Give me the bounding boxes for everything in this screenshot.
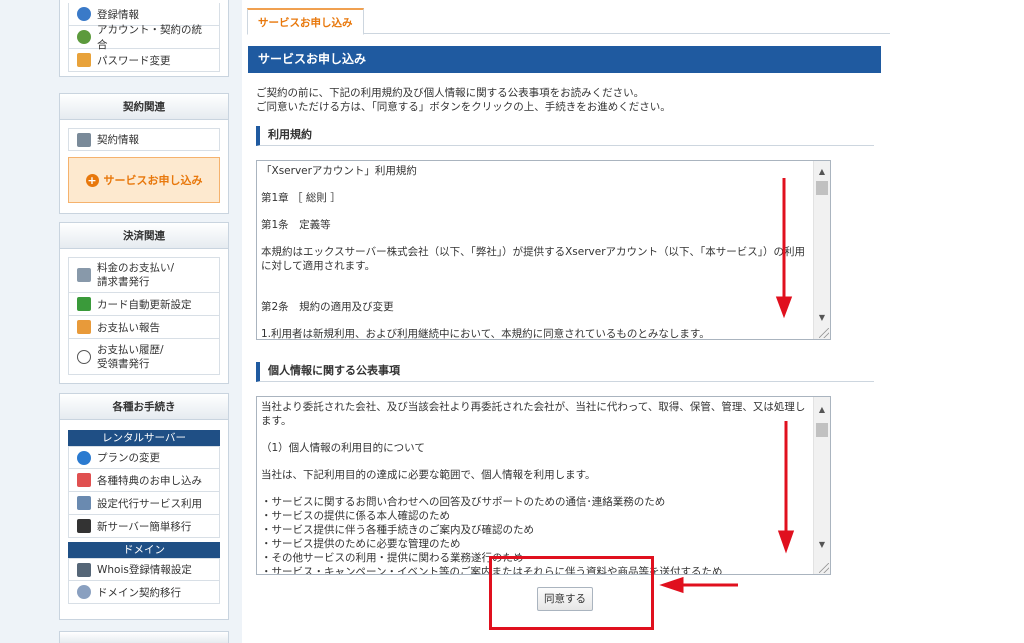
scroll-down-arrow-icon[interactable]: ▼ [814,309,830,325]
sidebar-heading: 契約関連 [60,94,228,120]
sidebar-item-card-renewal[interactable]: カード自動更新設定 [68,293,220,316]
change-icon [77,450,91,465]
sidebar-item-domain-transfer[interactable]: ドメイン契約移行 [68,581,220,604]
scroll-up-arrow-icon[interactable]: ▲ [814,401,830,417]
sidebar-next-box [59,631,229,643]
sidebar-item-label: 契約情報 [97,134,139,146]
whois-icon [77,562,91,577]
terms-heading: 利用規約 [256,126,874,146]
scroll-up-arrow-icon[interactable]: ▲ [814,163,830,179]
sidebar-item-account-merge[interactable]: アカウント・契約の統合 [68,24,220,51]
resize-handle-icon[interactable] [819,563,829,573]
gift-icon [77,473,91,487]
domain-icon [77,585,91,599]
annotation-highlight-box [489,556,654,630]
terms-line: 本規約はエックスサーバー株式会社（以下、「弊社」）が提供するXserverアカウ… [261,246,806,272]
sidebar-procedures-box: 各種お手続き レンタルサーバー プランの変更 各種特典のお申し込み 設定代行サー… [59,393,229,620]
privacy-line: （1）個人情報の利用目的について [261,442,425,454]
intro-line: ご契約の前に、下記の利用規約及び個人情報に関する公表事項をお読みください。 [256,87,645,99]
sidebar-item-password[interactable]: パスワード変更 [68,49,220,72]
sidebar-item-label: 各種特典のお申し込み [97,474,202,487]
privacy-scrollbar[interactable]: ▲ ▼ [813,397,830,574]
sidebar-heading: 決済関連 [60,223,228,249]
scroll-thumb[interactable] [816,181,828,195]
terms-line: 「Xserverアカウント」利用規約 [261,165,417,177]
sidebar-heading: 各種お手続き [60,394,228,420]
sidebar-item-label: アカウント・契約の統合 [97,24,202,51]
wrench-icon [77,496,91,510]
privacy-line: 当社は、下記利用目的の達成に必要な範囲で、個人情報を利用します。 [261,469,596,481]
privacy-line: ・サービス提供のために必要な管理のため [261,538,461,550]
sidebar-contract-box: 契約関連 契約情報 + サービスお申し込み [59,93,229,214]
sidebar-item-billing[interactable]: 料金のお支払い/請求書発行 [68,257,220,293]
sidebar-item-label: お支払い履歴/受領書発行 [97,343,164,370]
sidebar-item-benefits[interactable]: 各種特典のお申し込み [68,469,220,492]
scroll-thumb[interactable] [816,423,828,437]
sidebar-item-payment-history[interactable]: お支払い履歴/受領書発行 [68,339,220,375]
card-icon [77,297,91,311]
terms-textarea[interactable]: 「Xserverアカウント」利用規約 第1章 ［ 総則 ］ 第1条 定義等 本規… [256,160,831,340]
intro-line: ご同意いただける方は、「同意する」ボタンをクリックの上、手続きをお進めください。 [256,101,671,113]
sidebar-item-whois[interactable]: Whois登録情報設定 [68,558,220,581]
sidebar-payment-box: 決済関連 料金のお支払い/請求書発行 カード自動更新設定 お支払い報告 お支払い… [59,222,229,384]
sidebar-item-label: Whois登録情報設定 [97,564,192,576]
terms-line: 第1条 定義等 [261,219,331,231]
annotation-arrow-left-icon [659,576,684,594]
resize-handle-icon[interactable] [819,328,829,338]
tab-bar: サービスお申し込み [247,8,890,35]
merge-icon [77,30,91,44]
terms-scrollbar[interactable]: ▲ ▼ [813,161,830,339]
privacy-line: ・サービス提供に伴う各種手続きのご案内及び確認のため [261,524,534,536]
privacy-heading: 個人情報に関する公表事項 [256,362,874,382]
rental-server-subheading: レンタルサーバー [68,430,220,446]
clock-icon [77,349,91,364]
scroll-down-arrow-icon[interactable]: ▼ [814,536,830,552]
sidebar-item-label: ドメイン契約移行 [97,586,181,599]
plus-circle-icon: + [85,173,99,187]
page-title: サービスお申し込み [248,46,881,73]
terms-line: 第1章 ［ 総則 ］ [261,192,341,204]
sidebar-item-contract-info[interactable]: 契約情報 [68,128,220,151]
sidebar-item-label: 設定代行サービス利用 [97,497,202,510]
service-apply-label: サービスお申し込み [103,174,203,187]
privacy-line: ・サービスの提供に係る本人確認のため [261,510,450,522]
report-icon [77,320,91,334]
sidebar-item-label: 料金のお支払い/請求書発行 [97,262,175,288]
contract-icon [77,132,91,147]
sidebar-item-label: パスワード変更 [97,54,171,67]
intro-text: ご契約の前に、下記の利用規約及び個人情報に関する公表事項をお読みください。 ご同… [256,86,876,114]
service-apply-button[interactable]: + サービスお申し込み [68,157,220,203]
sidebar-heading [60,632,228,643]
sidebar-item-label: 新サーバー簡単移行 [97,520,192,533]
privacy-content: 当社より委託された会社、及び当該会社より再委託された会社が、当社に代わって、取得… [257,397,813,574]
user-icon [77,7,91,21]
terms-content: 「Xserverアカウント」利用規約 第1章 ［ 総則 ］ 第1条 定義等 本規… [257,161,813,339]
sidebar-item-server-migration[interactable]: 新サーバー簡単移行 [68,515,220,538]
domain-subheading: ドメイン [68,542,220,558]
sidebar-item-label: 登録情報 [97,8,139,21]
terms-line: 1.利用者は新規利用、および利用継続中において、本規約に同意されているものとみな… [261,328,710,339]
sidebar-item-setup-service[interactable]: 設定代行サービス利用 [68,492,220,515]
tab-service-apply[interactable]: サービスお申し込み [247,8,364,35]
sidebar-item-payment-report[interactable]: お支払い報告 [68,316,220,339]
sidebar-item-plan-change[interactable]: プランの変更 [68,446,220,469]
privacy-line: ・サービスに関するお問い合わせへの回答及びサポートのための通信･連絡業務のため [261,496,666,508]
server-icon [77,519,91,533]
lock-icon [77,53,91,67]
privacy-line: 当社より委託された会社、及び当該会社より再委託された会社が、当社に代わって、取得… [261,401,806,427]
sidebar-account-box: 登録情報 アカウント・契約の統合 パスワード変更 [59,0,229,77]
privacy-textarea[interactable]: 当社より委託された会社、及び当該会社より再委託された会社が、当社に代わって、取得… [256,396,831,575]
bill-icon [77,268,91,282]
sidebar-item-label: お支払い報告 [97,321,160,334]
terms-line: 第2条 規約の適用及び変更 [261,301,394,313]
sidebar-item-label: プランの変更 [97,452,160,464]
sidebar-item-label: カード自動更新設定 [97,298,192,311]
